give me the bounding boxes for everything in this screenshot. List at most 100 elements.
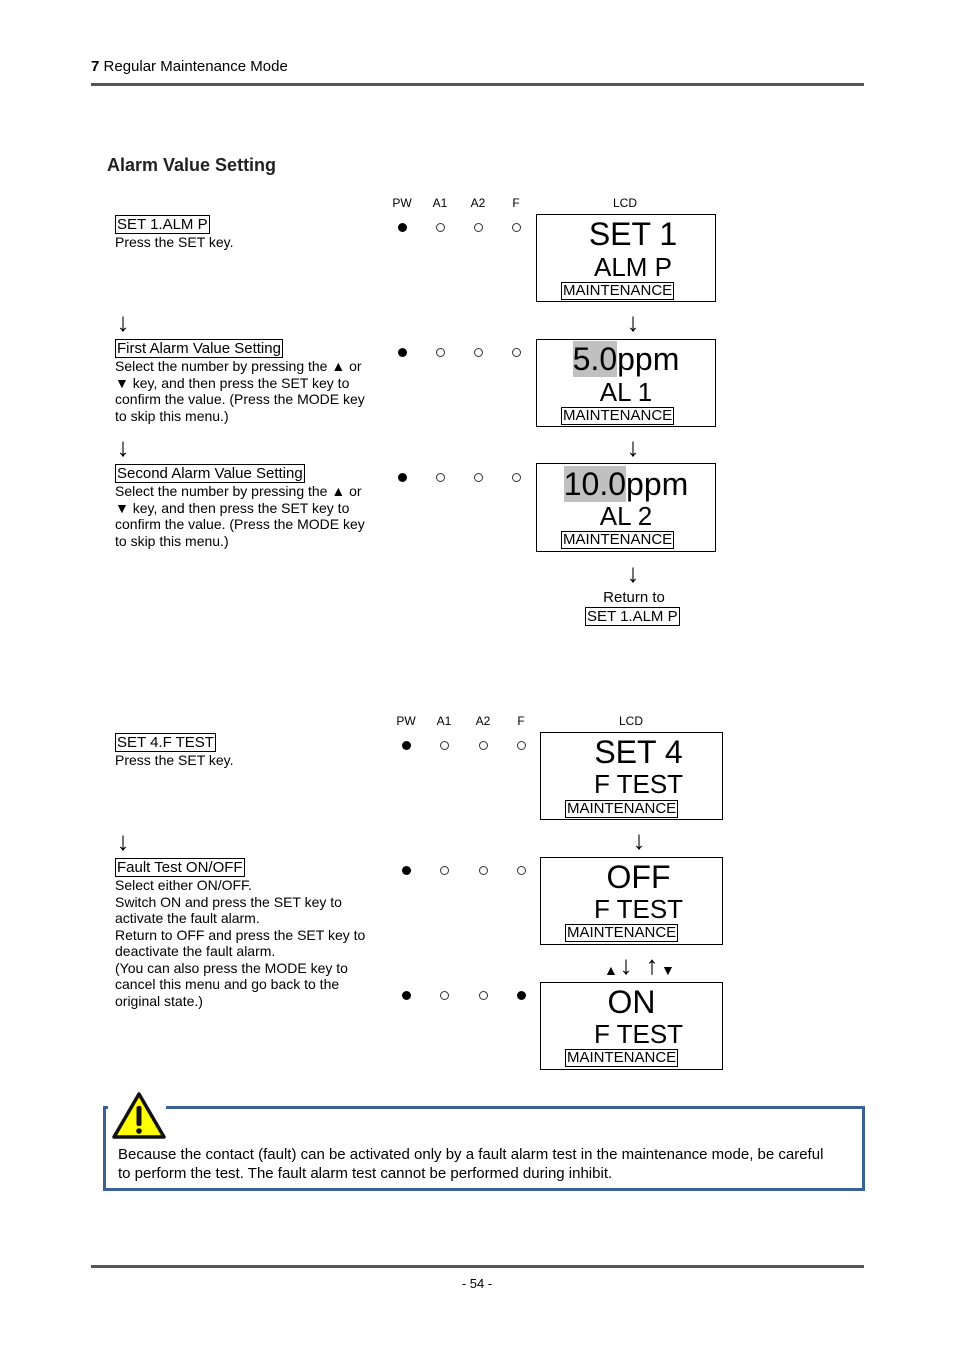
lcd-display: 10.0ppm AL 2 MAINTENANCE	[536, 463, 716, 552]
led-off-icon	[516, 741, 526, 750]
lcd-line2: ALM P	[593, 252, 673, 282]
caution-line: Because the contact (fault) can be activ…	[118, 1146, 824, 1163]
lcd-line1: OFF	[606, 859, 671, 895]
led-label-f: F	[517, 714, 525, 728]
led-off-icon	[435, 348, 445, 357]
led-on-icon	[401, 991, 411, 1000]
lcd-unit: ppm	[617, 341, 680, 377]
led-off-icon	[435, 473, 445, 482]
led-a2	[463, 470, 493, 486]
led-pw	[387, 470, 417, 486]
led-label-pw: PW	[396, 714, 416, 728]
led-off-icon	[439, 741, 449, 750]
led-f	[501, 470, 531, 486]
led-a1	[429, 863, 459, 879]
led-f	[506, 863, 536, 879]
led-a1	[429, 988, 459, 1004]
led-a1	[425, 220, 455, 236]
lcd-display: SET 4 F TEST MAINTENANCE	[540, 732, 723, 820]
led-f	[501, 345, 531, 361]
led-f	[506, 988, 536, 1004]
step-description: Select the number by pressing the ▲ or ▼…	[115, 483, 380, 549]
return-text: Return to	[603, 589, 665, 606]
led-on-icon	[397, 473, 407, 482]
lcd-label: LCD	[612, 196, 637, 210]
desc-line: Return to OFF and press the SET key to	[115, 926, 366, 943]
desc-line: activate the fault alarm.	[115, 910, 260, 926]
led-pw	[391, 863, 421, 879]
step-description: Select the number by pressing the ▲ or ▼…	[115, 358, 380, 424]
step-title: SET 1.ALM P	[115, 215, 210, 234]
led-off-icon	[511, 223, 521, 232]
led-a2	[463, 220, 493, 236]
section-title: Alarm Value Setting	[107, 155, 277, 175]
step-title: SET 4.F TEST	[115, 733, 216, 752]
led-pw	[387, 220, 417, 236]
led-label-pw: PW	[392, 196, 412, 210]
warning-triangle-icon	[112, 1092, 166, 1139]
led-a1	[425, 345, 455, 361]
flow-arrow-down-icon: ↓	[116, 307, 130, 337]
lcd-line2: AL 1	[599, 377, 653, 407]
led-a1	[425, 470, 455, 486]
lcd-line2: F TEST	[593, 894, 684, 924]
lcd-mode-label: MAINTENANCE	[565, 800, 679, 818]
desc-line: ▼ key, and then press the SET key to	[115, 374, 350, 391]
desc-line: cancel this menu and go back to the	[115, 976, 340, 992]
chapter-number: 7	[91, 58, 100, 75]
chapter-title: Regular Maintenance Mode	[103, 58, 288, 75]
led-on-icon	[516, 991, 526, 1000]
led-pw	[391, 738, 421, 754]
lcd-display: OFF F TEST MAINTENANCE	[540, 857, 723, 945]
led-a1	[429, 738, 459, 754]
led-off-icon	[511, 348, 521, 357]
lcd-mode-label: MAINTENANCE	[561, 282, 675, 300]
led-label-a2: A2	[470, 196, 486, 210]
led-pw	[387, 345, 417, 361]
step-title: Second Alarm Value Setting	[115, 464, 305, 483]
led-label-a1: A1	[432, 196, 448, 210]
lcd-display: 5.0ppm AL 1 MAINTENANCE	[536, 339, 716, 427]
lcd-editing-value[interactable]: 10.0	[563, 466, 627, 502]
led-off-icon	[478, 866, 488, 875]
led-off-icon	[439, 991, 449, 1000]
lcd-mode-label: MAINTENANCE	[561, 531, 675, 549]
desc-line: original state.)	[115, 992, 203, 1009]
desc-line: Select the number by pressing the ▲ or	[115, 483, 362, 499]
flow-arrow-down-icon: ↓	[632, 825, 646, 855]
step-title: Fault Test ON/OFF	[115, 858, 245, 877]
header-rule	[91, 83, 864, 86]
led-on-icon	[401, 866, 411, 875]
lcd-editing-value[interactable]: 5.0	[572, 341, 618, 377]
led-off-icon	[439, 866, 449, 875]
led-off-icon	[516, 866, 526, 875]
desc-line: to skip this menu.)	[115, 532, 229, 549]
led-label-f: F	[512, 196, 520, 210]
page-number: - 54 -	[461, 1276, 493, 1291]
arrow-down-icon: ↓	[619, 950, 633, 980]
led-off-icon	[511, 473, 521, 482]
step-set1-alm-p: SET 1.ALM P Press the SET key.	[115, 215, 380, 251]
led-on-icon	[397, 223, 407, 232]
lcd-line1: ON	[607, 984, 656, 1020]
flow-arrow-down-icon: ↓	[116, 826, 130, 856]
led-off-icon	[473, 223, 483, 232]
desc-line: confirm the value. (Press the MODE key	[115, 391, 365, 407]
led-off-icon	[478, 991, 488, 1000]
step-description: Select either ON/OFF. Switch ON and pres…	[115, 877, 395, 1009]
led-a2	[468, 863, 498, 879]
caution-line: to perform the test. The fault alarm tes…	[118, 1165, 613, 1182]
lcd-line2: AL 2	[599, 501, 653, 531]
desc-line: Select either ON/OFF.	[115, 877, 252, 893]
lcd-display: ON F TEST MAINTENANCE	[540, 982, 723, 1070]
desc-line: deactivate the fault alarm.	[115, 943, 276, 959]
lcd-mode-label: MAINTENANCE	[565, 924, 679, 942]
led-f	[501, 220, 531, 236]
desc-line: Select the number by pressing the ▲ or	[115, 358, 362, 374]
step-second-alarm: Second Alarm Value Setting Select the nu…	[115, 464, 380, 549]
running-header: 7 Regular Maintenance Mode	[91, 58, 288, 75]
lcd-line2: F TEST	[593, 769, 684, 799]
step-set4-f-test: SET 4.F TEST Press the SET key.	[115, 733, 380, 769]
led-on-icon	[401, 741, 411, 750]
flow-arrow-down-icon: ↓	[626, 432, 640, 462]
